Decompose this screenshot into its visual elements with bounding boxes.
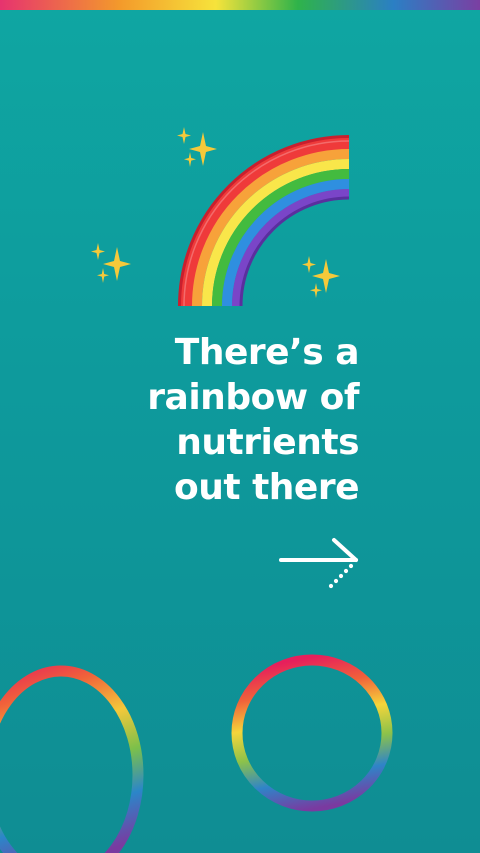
headline-line: There’s a — [174, 332, 360, 373]
headline: There’s a rainbow of nutrients out there — [39, 330, 359, 510]
rainbow-rings — [0, 654, 393, 853]
ring-left — [0, 665, 144, 853]
headline-line: nutrients — [176, 422, 359, 463]
arrow-right-icon — [279, 538, 358, 589]
headline-line: out there — [173, 467, 360, 508]
headline-line: rainbow of — [147, 377, 359, 418]
next-button[interactable] — [276, 536, 364, 590]
ring-right — [231, 654, 393, 812]
